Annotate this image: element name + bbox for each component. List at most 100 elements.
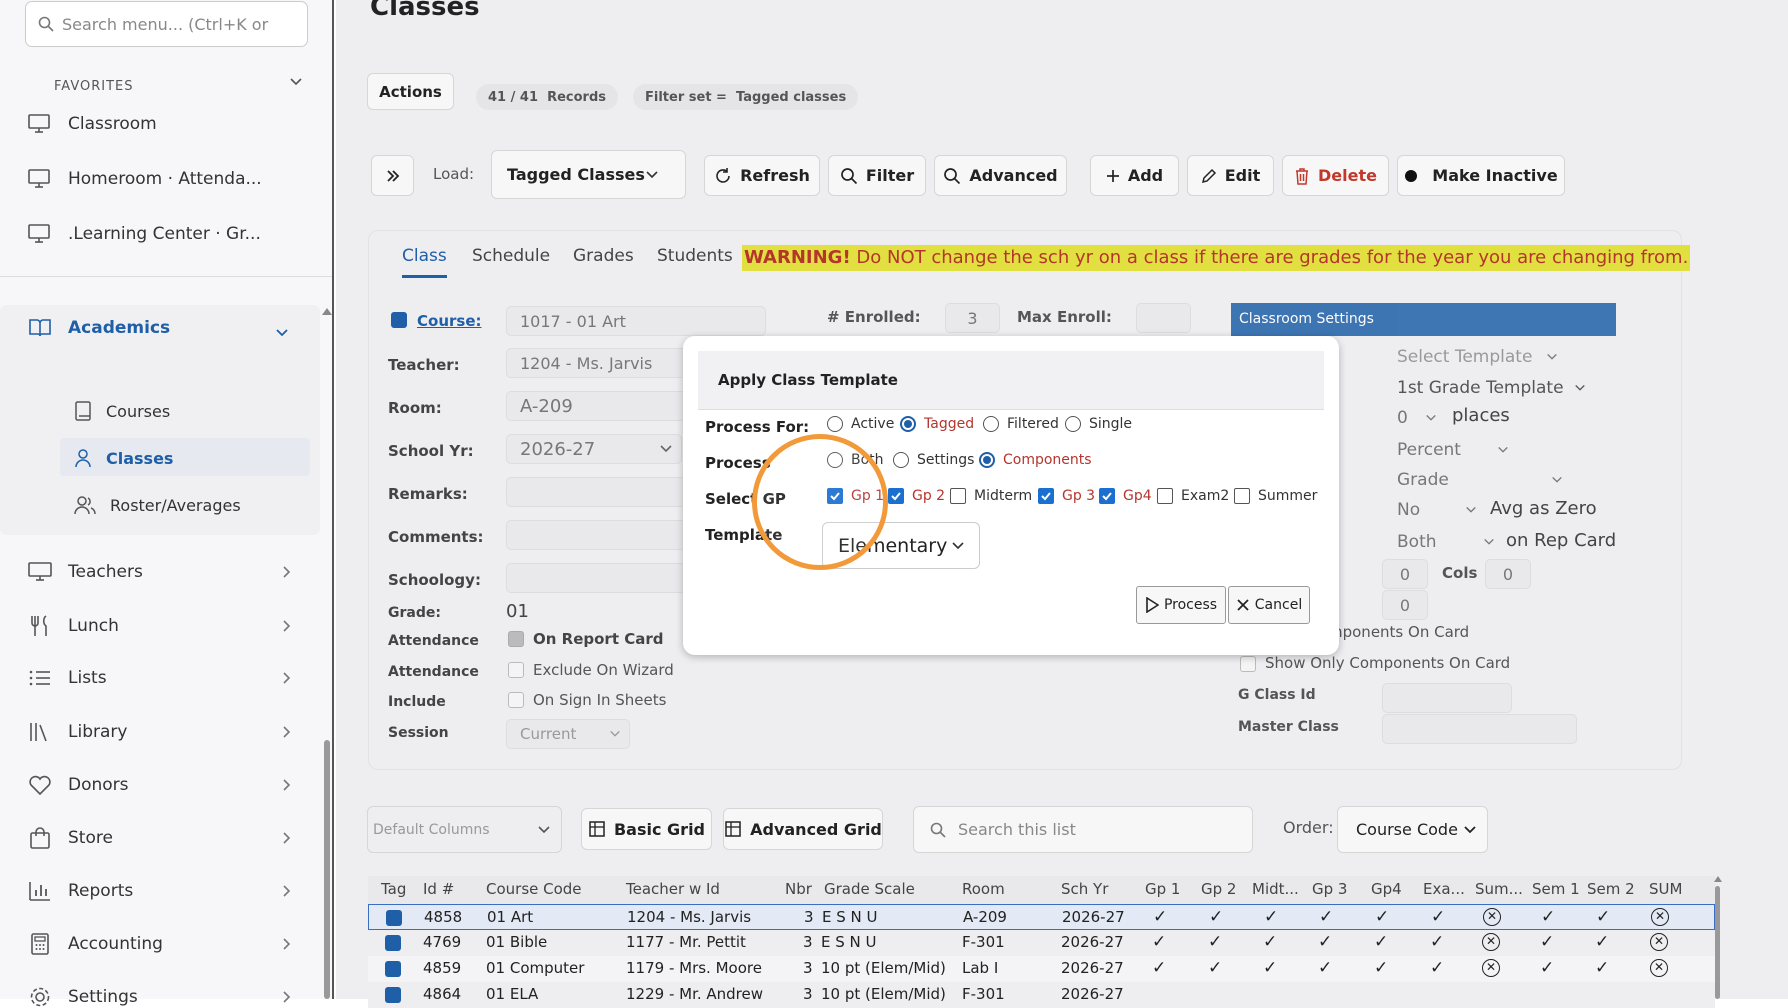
- col-header[interactable]: Gp 2: [1201, 880, 1236, 898]
- nav-lists[interactable]: Lists: [28, 668, 292, 688]
- edit-button[interactable]: Edit: [1187, 155, 1274, 196]
- process-for-filtered-radio[interactable]: Filtered: [983, 416, 1059, 432]
- load-select[interactable]: Tagged Classes: [491, 150, 686, 199]
- tag-checkbox[interactable]: [385, 961, 401, 977]
- tab-schedule[interactable]: Schedule: [472, 246, 550, 266]
- rep-card-select[interactable]: Both: [1383, 528, 1499, 556]
- process-for-active-radio[interactable]: Active: [827, 416, 894, 432]
- process-components-radio[interactable]: Components: [979, 452, 1092, 468]
- summer-checkbox[interactable]: Summer: [1234, 488, 1317, 504]
- percent-select[interactable]: Percent: [1383, 436, 1513, 464]
- on-sign-in-sheets-checkbox[interactable]: [508, 692, 524, 708]
- tab-class[interactable]: Class: [402, 246, 447, 278]
- on-report-card-checkbox[interactable]: [508, 631, 524, 647]
- col-header[interactable]: Gp 3: [1312, 880, 1347, 898]
- third-zero-field[interactable]: 0: [1382, 590, 1428, 620]
- search-list-input[interactable]: Search this list: [913, 806, 1253, 853]
- favorite-learning-center[interactable]: .Learning Center · Gr...: [28, 224, 261, 244]
- tab-students[interactable]: Students: [657, 246, 733, 266]
- col-header[interactable]: Sem 1: [1532, 880, 1580, 898]
- scroll-up-arrow[interactable]: [322, 308, 332, 315]
- col-header[interactable]: Id #: [423, 880, 454, 898]
- filter-button[interactable]: Filter: [828, 155, 926, 196]
- col-header[interactable]: Exa...: [1423, 880, 1465, 898]
- show-only-components-checkbox[interactable]: [1240, 656, 1256, 672]
- places-select[interactable]: 0: [1383, 404, 1441, 432]
- nav-settings[interactable]: Settings: [28, 986, 292, 1008]
- teacher-field[interactable]: 1204 - Ms. Jarvis: [506, 348, 686, 378]
- sidebar-scrollbar[interactable]: [324, 740, 330, 999]
- order-select[interactable]: Course Code: [1337, 806, 1488, 853]
- grade-select[interactable]: Grade: [1383, 466, 1573, 494]
- chevron-down-icon[interactable]: [288, 74, 304, 90]
- favorite-homeroom[interactable]: Homeroom · Attenda...: [28, 169, 262, 189]
- grid-scroll-up-arrow[interactable]: [1714, 876, 1722, 882]
- midterm-checkbox[interactable]: Midterm: [950, 488, 1032, 504]
- col-header[interactable]: Course Code: [486, 880, 582, 898]
- max-enroll-field[interactable]: [1136, 303, 1191, 333]
- sidebar-item-roster-averages[interactable]: Roster/Averages: [74, 495, 241, 515]
- sidebar-item-courses[interactable]: Courses: [74, 401, 170, 421]
- menu-search-input[interactable]: Search menu... (Ctrl+K or: [25, 1, 308, 47]
- exclude-on-wizard-checkbox[interactable]: [508, 662, 524, 678]
- select-template-select[interactable]: Select Template: [1383, 343, 1568, 371]
- schoology-field[interactable]: [506, 563, 686, 593]
- basic-grid-button[interactable]: Basic Grid: [581, 808, 712, 850]
- nav-academics[interactable]: Academics: [28, 318, 170, 338]
- table-row[interactable]: 4858 01 Art 1204 - Ms. Jarvis 3 E S N U …: [368, 904, 1715, 930]
- nav-store[interactable]: Store: [28, 827, 292, 849]
- col-header[interactable]: Gp4: [1371, 880, 1402, 898]
- g-class-id-field[interactable]: [1382, 683, 1512, 713]
- nav-accounting[interactable]: Accounting: [28, 933, 292, 955]
- gp4-checkbox[interactable]: Gp4: [1099, 488, 1152, 504]
- col-header[interactable]: Teacher w Id: [626, 880, 720, 898]
- col-header[interactable]: Sum...: [1475, 880, 1523, 898]
- col-header[interactable]: Sch Yr: [1061, 880, 1108, 898]
- col-header[interactable]: Grade Scale: [824, 880, 915, 898]
- nav-library[interactable]: Library: [28, 721, 292, 743]
- nav-lunch[interactable]: Lunch: [28, 615, 292, 637]
- master-class-field[interactable]: [1382, 714, 1577, 744]
- process-button[interactable]: Process: [1136, 586, 1226, 624]
- col-header[interactable]: Room: [962, 880, 1005, 898]
- refresh-button[interactable]: Refresh: [704, 155, 820, 196]
- tag-checkbox[interactable]: [385, 935, 401, 951]
- nav-teachers[interactable]: Teachers: [28, 562, 292, 582]
- col-header[interactable]: Sem 2: [1587, 880, 1635, 898]
- nav-donors[interactable]: Donors: [28, 774, 292, 796]
- tag-checkbox[interactable]: [386, 910, 402, 926]
- add-button[interactable]: Add: [1090, 155, 1179, 196]
- col-header[interactable]: Gp 1: [1145, 880, 1180, 898]
- room-field[interactable]: A-209: [506, 391, 686, 421]
- comments-field[interactable]: [506, 520, 686, 550]
- avg-zero-select[interactable]: No: [1383, 496, 1481, 524]
- course-checkbox[interactable]: [391, 312, 407, 328]
- process-for-tagged-radio[interactable]: Tagged: [900, 416, 974, 432]
- columns-select[interactable]: Default Columns: [367, 806, 562, 853]
- session-select[interactable]: Current: [506, 719, 630, 749]
- chevron-down-icon[interactable]: [274, 325, 290, 341]
- remarks-field[interactable]: [506, 477, 686, 507]
- grade-template-select[interactable]: 1st Grade Template: [1383, 374, 1596, 402]
- col-header[interactable]: Tag: [381, 880, 406, 898]
- advanced-grid-button[interactable]: Advanced Grid: [723, 808, 883, 850]
- col-header[interactable]: SUM: [1649, 880, 1682, 898]
- grid-scrollbar[interactable]: [1715, 886, 1720, 999]
- gp3-checkbox[interactable]: Gp 3: [1038, 488, 1095, 504]
- cols-a-field[interactable]: 0: [1382, 559, 1428, 589]
- nav-reports[interactable]: Reports: [28, 880, 292, 902]
- advanced-button[interactable]: Advanced: [934, 155, 1067, 196]
- process-settings-radio[interactable]: Settings: [893, 452, 974, 468]
- exam2-checkbox[interactable]: Exam2: [1157, 488, 1229, 504]
- gp2-checkbox[interactable]: Gp 2: [888, 488, 945, 504]
- delete-button[interactable]: Delete: [1282, 155, 1389, 196]
- table-row[interactable]: 4864 01 ELA 1229 - Mr. Andrew 3 10 pt (E…: [368, 982, 1715, 1008]
- school-yr-select[interactable]: 2026-27: [506, 434, 682, 464]
- make-inactive-button[interactable]: Make Inactive: [1397, 155, 1565, 196]
- sidebar-item-classes[interactable]: Classes: [74, 448, 173, 468]
- course-link[interactable]: Course:: [417, 312, 482, 330]
- expand-panel-button[interactable]: [371, 155, 414, 196]
- col-header[interactable]: Nbr: [785, 880, 812, 898]
- course-field[interactable]: 1017 - 01 Art: [506, 306, 766, 336]
- cancel-button[interactable]: Cancel: [1228, 586, 1310, 624]
